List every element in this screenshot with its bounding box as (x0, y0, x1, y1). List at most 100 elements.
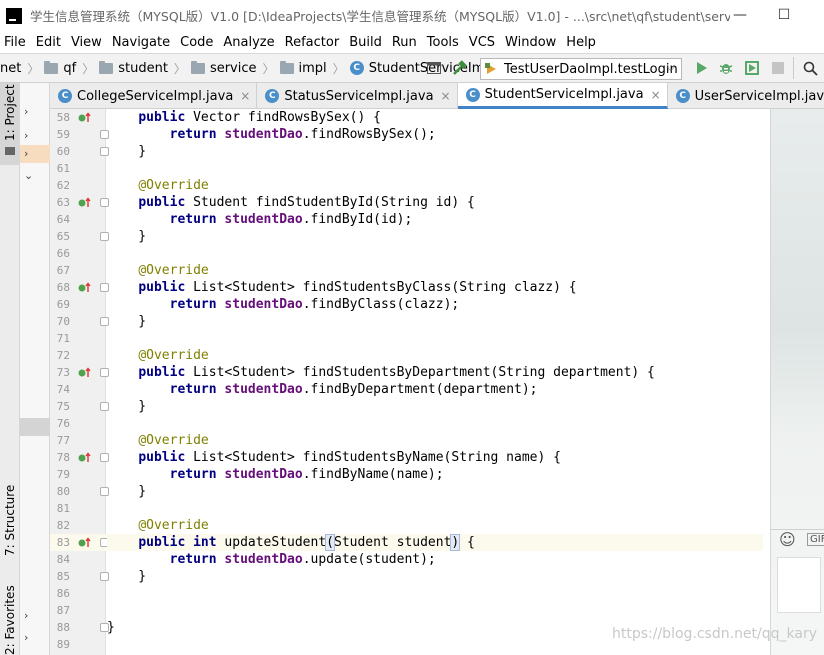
line-number[interactable]: 84 (50, 551, 70, 568)
tool-tab-label: 2: Favorites (3, 585, 17, 655)
tab-student-service-impl[interactable]: C StudentServiceImpl.java × (457, 83, 668, 109)
menu-tools[interactable]: Tools (422, 35, 464, 50)
menu-analyze[interactable]: Analyze (218, 35, 279, 50)
build-hammer-icon[interactable] (452, 60, 468, 76)
line-number[interactable]: 83 (50, 534, 70, 551)
project-tree-panel: › › › ⌄ › › (20, 83, 50, 655)
menu-edit[interactable]: Edit (31, 35, 66, 50)
menu-build[interactable]: Build (344, 35, 387, 50)
override-method-icon[interactable] (78, 109, 92, 131)
tool-tab-label: 1: Project (3, 84, 17, 141)
structure-view-icon[interactable] (426, 60, 442, 76)
menu-code[interactable]: Code (175, 35, 218, 50)
breadcrumb-label: service (209, 60, 257, 76)
line-number[interactable]: 60 (50, 143, 70, 160)
line-number[interactable]: 81 (50, 500, 70, 517)
code-editor[interactable]: 58 59 60 61 62 63 64 65 66 67 68 69 70 71 72 73 74 75 76 77… (50, 109, 770, 655)
code-line: public Student findStudentById(String id… (138, 195, 475, 210)
close-icon[interactable]: × (240, 89, 250, 103)
breadcrumb-current-class[interactable]: C StudentServiceImpl (349, 61, 496, 76)
breadcrumb-qf[interactable]: qf 〉 (44, 60, 99, 77)
run-config-label: TestUserDaoImpl.testLogin (504, 61, 678, 77)
menu-file[interactable]: File (0, 35, 31, 50)
line-number[interactable]: 59 (50, 126, 70, 143)
tab-college-service-impl[interactable]: C CollegeServiceImpl.java × (50, 83, 258, 109)
breadcrumb-label: student (118, 60, 168, 76)
override-method-icon[interactable] (78, 449, 92, 471)
line-number[interactable]: 66 (50, 245, 70, 262)
close-icon[interactable]: × (441, 89, 451, 103)
tree-expand-arrow-icon[interactable]: › (24, 129, 36, 142)
breadcrumb-service[interactable]: service 〉 (190, 60, 280, 77)
maximize-button[interactable]: ☐ (776, 7, 792, 23)
editor-scrollbar[interactable] (763, 109, 770, 655)
menu-window[interactable]: Window (500, 35, 561, 50)
thumbnail-preview[interactable] (777, 557, 821, 613)
menu-view[interactable]: View (66, 35, 107, 50)
breadcrumb-impl[interactable]: impl 〉 (279, 60, 350, 77)
tree-expand-arrow-icon[interactable]: › (24, 105, 36, 118)
line-number[interactable]: 71 (50, 330, 70, 347)
line-number[interactable]: 69 (50, 296, 70, 313)
override-method-icon[interactable] (78, 364, 92, 386)
line-number[interactable]: 82 (50, 517, 70, 534)
class-icon: C (265, 89, 280, 103)
line-number[interactable]: 79 (50, 466, 70, 483)
code-area[interactable]: public Vector findRowsBySex() { return s… (107, 109, 770, 655)
background-window-region: ☺ GIF (770, 109, 824, 655)
run-configuration-select[interactable]: TestUserDaoImpl.testLogin ⌵ (480, 58, 682, 80)
close-icon[interactable]: × (651, 88, 661, 102)
line-number[interactable]: 68 (50, 279, 70, 296)
line-number[interactable]: 67 (50, 262, 70, 279)
tree-collapse-arrow-icon[interactable]: ⌄ (24, 169, 36, 182)
emoji-icon[interactable]: ☺ (779, 530, 796, 549)
code-line: public List<Student> findStudentsByName(… (138, 450, 561, 465)
line-number[interactable]: 75 (50, 398, 70, 415)
run-icon[interactable] (694, 60, 710, 76)
line-number[interactable]: 62 (50, 177, 70, 194)
menu-run[interactable]: Run (387, 35, 422, 50)
override-method-icon[interactable] (78, 279, 92, 301)
minimize-button[interactable]: — (732, 7, 748, 23)
menu-help[interactable]: Help (561, 35, 601, 50)
override-method-icon[interactable] (78, 534, 92, 556)
line-number[interactable]: 64 (50, 211, 70, 228)
tree-expand-arrow-icon[interactable]: › (24, 609, 36, 622)
line-number[interactable]: 61 (50, 160, 70, 177)
line-number[interactable]: 73 (50, 364, 70, 381)
line-number[interactable]: 88 (50, 619, 70, 636)
line-number[interactable]: 80 (50, 483, 70, 500)
line-number[interactable]: 86 (50, 585, 70, 602)
menu-navigate[interactable]: Navigate (107, 35, 175, 50)
line-number[interactable]: 78 (50, 449, 70, 466)
line-number[interactable]: 65 (50, 228, 70, 245)
override-method-icon[interactable] (78, 194, 92, 216)
line-number[interactable]: 76 (50, 415, 70, 432)
line-number[interactable]: 72 (50, 347, 70, 364)
line-number[interactable]: 58 (50, 109, 70, 126)
tree-expand-arrow-icon[interactable]: › (24, 147, 36, 160)
line-number[interactable]: 63 (50, 194, 70, 211)
breadcrumb-net[interactable]: net 〉 (0, 60, 44, 77)
line-number[interactable]: 74 (50, 381, 70, 398)
menu-refactor[interactable]: Refactor (280, 35, 345, 50)
tab-status-service-impl[interactable]: C StatusServiceImpl.java × (257, 83, 458, 109)
tree-row-selected (20, 418, 50, 436)
line-number[interactable]: 85 (50, 568, 70, 585)
stop-icon[interactable] (770, 60, 786, 76)
line-number[interactable]: 87 (50, 602, 70, 619)
line-number[interactable]: 89 (50, 636, 70, 653)
run-with-coverage-icon[interactable] (744, 60, 760, 76)
editor-tab-bar: C CollegeServiceImpl.java × C StatusServ… (50, 83, 824, 109)
menu-vcs[interactable]: VCS (464, 35, 500, 50)
tab-user-service-impl[interactable]: C UserServiceImpl.java × (668, 83, 824, 109)
debug-bug-icon[interactable] (718, 60, 734, 76)
tree-expand-arrow-icon[interactable]: › (24, 631, 36, 644)
code-line: return studentDao.findByDepartment(depar… (169, 382, 538, 397)
gif-icon[interactable]: GIF (807, 533, 824, 546)
breadcrumb-student[interactable]: student 〉 (99, 60, 191, 77)
line-number[interactable]: 70 (50, 313, 70, 330)
search-icon[interactable] (802, 60, 818, 76)
class-icon: C (675, 89, 690, 103)
line-number[interactable]: 77 (50, 432, 70, 449)
